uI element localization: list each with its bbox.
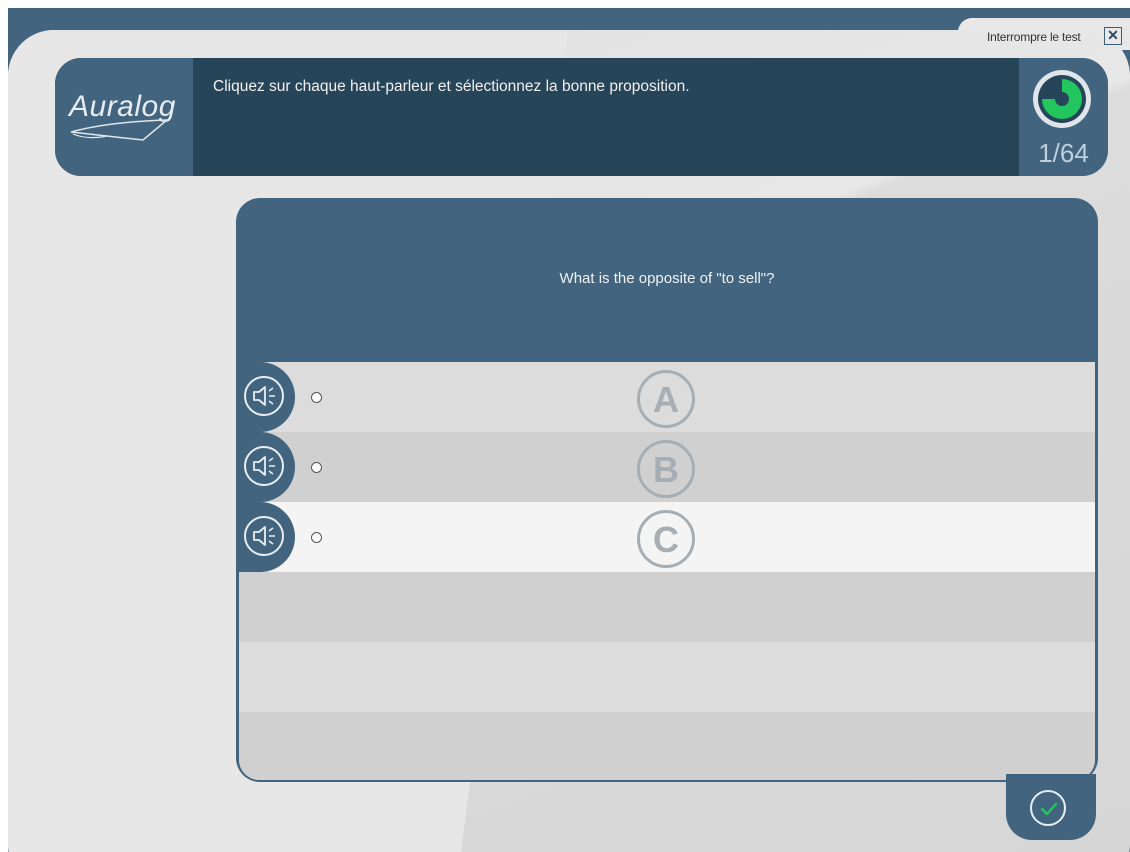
option-letter-b: B	[637, 440, 695, 498]
speaker-icon	[253, 456, 275, 476]
interrupt-test-link[interactable]: Interrompre le test	[987, 30, 1081, 44]
close-button[interactable]: ✕	[1104, 27, 1122, 45]
speaker-icon	[253, 386, 275, 406]
answer-option-c[interactable]: C	[239, 502, 1095, 572]
option-letter-c: C	[637, 510, 695, 568]
question-text: What is the opposite of "to sell"?	[559, 270, 775, 287]
speaker-tab	[239, 432, 295, 502]
logo-swoosh-icon	[70, 119, 170, 141]
instruction-text: Cliquez sur chaque haut-parleur et sélec…	[213, 78, 690, 95]
progress-count: 1/64	[1038, 138, 1089, 168]
validate-tab	[1006, 774, 1096, 840]
answer-list: A B C	[239, 362, 1095, 780]
empty-row	[239, 642, 1095, 712]
checkmark-icon	[1040, 802, 1058, 816]
speaker-button-b[interactable]	[244, 446, 284, 486]
progress-indicator: 1/64	[1019, 58, 1108, 176]
close-icon: ✕	[1107, 27, 1119, 43]
speaker-button-c[interactable]	[244, 516, 284, 556]
question-card: What is the opposite of "to sell"? A B C	[236, 198, 1098, 782]
option-letter-a: A	[637, 370, 695, 428]
validate-button[interactable]	[1030, 790, 1066, 826]
speaker-icon	[253, 526, 275, 546]
header-bar: Auralog Cliquez sur chaque haut-parleur …	[55, 58, 1108, 176]
answer-option-a[interactable]: A	[239, 362, 1095, 432]
radio-option-b[interactable]	[311, 462, 322, 473]
empty-row	[239, 712, 1095, 780]
answer-option-b[interactable]: B	[239, 432, 1095, 502]
logo-area: Auralog	[55, 58, 193, 176]
speaker-button-a[interactable]	[244, 376, 284, 416]
speaker-tab	[239, 362, 295, 432]
app-window: Interrompre le test ✕ Auralog Cliquez su…	[8, 8, 1130, 852]
empty-row	[239, 572, 1095, 642]
radio-option-c[interactable]	[311, 532, 322, 543]
progress-ring-icon	[1033, 70, 1091, 128]
radio-option-a[interactable]	[311, 392, 322, 403]
speaker-tab	[239, 502, 295, 572]
